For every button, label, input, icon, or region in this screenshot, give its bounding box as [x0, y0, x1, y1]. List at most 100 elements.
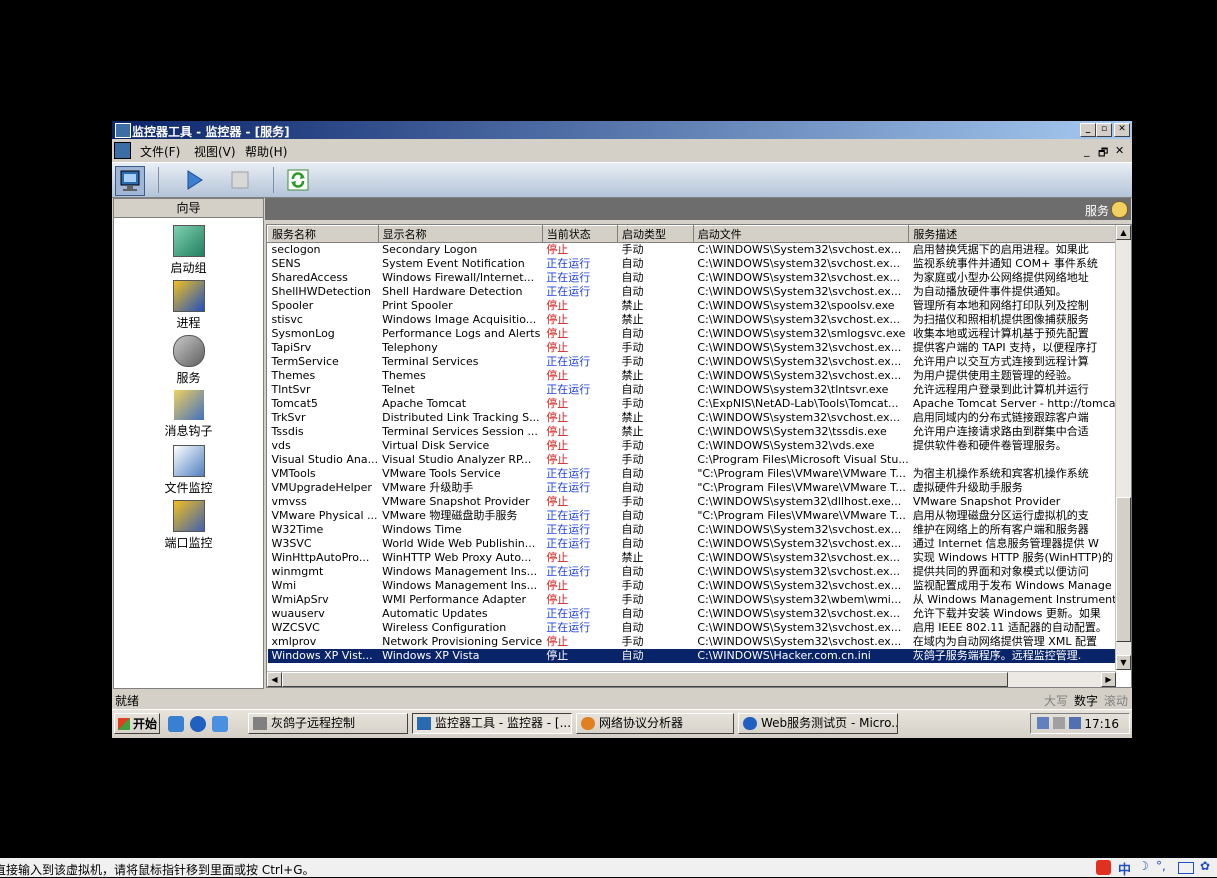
- internet-explorer-icon[interactable]: [190, 716, 206, 732]
- task-button[interactable]: 网络协议分析器: [576, 713, 734, 734]
- stop-button[interactable]: [226, 166, 254, 194]
- table-row[interactable]: WinHttpAutoPro... WinHTTP Web Proxy Auto.…: [268, 551, 1131, 565]
- tray-nis-icon[interactable]: [1053, 717, 1065, 729]
- menu-view[interactable]: 视图(V): [194, 143, 236, 160]
- tray-monitor-icon[interactable]: [1069, 717, 1081, 729]
- table-row[interactable]: wuauserv Automatic Updates 正在运行 自动 C:\WINDOW…: [268, 607, 1131, 621]
- table-cell: C:\WINDOWS\System32\svchost.ex...: [697, 285, 902, 298]
- ime-mode[interactable]: 中: [1118, 859, 1131, 878]
- minimize-button[interactable]: _: [1080, 123, 1096, 137]
- table-cell: 自动: [621, 285, 644, 298]
- start-button[interactable]: [180, 166, 208, 194]
- nav-item-service[interactable]: 服务: [114, 335, 263, 386]
- moon-icon[interactable]: ☽: [1138, 859, 1149, 873]
- nav-item-process[interactable]: 进程: [114, 280, 263, 331]
- close-button[interactable]: ✕: [1114, 123, 1130, 137]
- table-row[interactable]: TrkSvr Distributed Link Tracking S... 停止 禁止…: [268, 411, 1131, 425]
- column-header[interactable]: 服务名称: [267, 225, 379, 243]
- table-cell: C:\WINDOWS\system32\spoolsv.exe: [697, 299, 895, 312]
- table-row[interactable]: TapiSrv Telephony 停止 手动 C:\WINDOWS\System32\…: [268, 341, 1131, 355]
- table-row[interactable]: SysmonLog Performance Logs and Alerts 停止 自动…: [268, 327, 1131, 341]
- mdi-restore-button[interactable]: 🗗: [1098, 144, 1108, 163]
- table-row[interactable]: Tomcat5 Apache Tomcat 停止 手动 C:\ExpNIS\NetAD-…: [268, 397, 1131, 411]
- tray-network-icon[interactable]: [1037, 717, 1049, 729]
- table-row[interactable]: Tssdis Terminal Services Session ... 停止 禁止 C…: [268, 425, 1131, 439]
- monitor-button[interactable]: [115, 166, 145, 196]
- horizontal-scrollbar[interactable]: ◀ ▶: [267, 671, 1116, 687]
- table-row[interactable]: seclogon Secondary Logon 停止 手动 C:\WINDOWS\Sy…: [268, 243, 1131, 258]
- table-row[interactable]: VMTools VMware Tools Service 正在运行 自动 "C:\Pro…: [268, 467, 1131, 481]
- nav-item-port-monitor[interactable]: 端口监控: [114, 500, 263, 551]
- table-cell: TrkSvr: [271, 411, 306, 424]
- task-button[interactable]: Web服务测试页 - Micro...: [738, 713, 898, 734]
- column-header[interactable]: 当前状态: [541, 225, 619, 243]
- column-header[interactable]: 显示名称: [377, 225, 543, 243]
- table-cell: Themes: [382, 369, 426, 382]
- taskbar: 开始 灰鸽子远程控制 监控器工具 - 监控器 - [... 网络协议分析器 We…: [112, 709, 1132, 738]
- table-cell: 收集本地或远程计算机基于预先配置: [912, 327, 1089, 340]
- scroll-left-button[interactable]: ◀: [267, 672, 282, 687]
- show-desktop-icon[interactable]: [168, 716, 184, 732]
- document-icon[interactable]: [114, 142, 131, 159]
- table-row[interactable]: stisvc Windows Image Acquisitio... 停止 禁止 C:\…: [268, 313, 1131, 327]
- table-cell: 自动: [621, 523, 644, 536]
- punctuation-icon[interactable]: °,: [1156, 859, 1166, 873]
- outlook-express-icon[interactable]: [212, 716, 228, 732]
- table-row[interactable]: winmgmt Windows Management Ins... 正在运行 自动 C:…: [268, 565, 1131, 579]
- scroll-up-button[interactable]: ▲: [1116, 225, 1131, 240]
- scroll-thumb[interactable]: [1116, 497, 1131, 642]
- table-row[interactable]: Wmi Windows Management Ins... 停止 手动 C:\WINDO…: [268, 579, 1131, 593]
- table-row[interactable]: WmiApSrv WMI Performance Adapter 停止 手动 C:\WI…: [268, 593, 1131, 607]
- refresh-button[interactable]: [284, 166, 312, 194]
- task-button[interactable]: 灰鸽子远程控制: [248, 713, 408, 734]
- menu-help[interactable]: 帮助(H): [245, 143, 287, 160]
- table-cell: Secondary Logon: [382, 243, 478, 256]
- vertical-scrollbar[interactable]: ▲ ▼: [1115, 225, 1131, 670]
- scroll-down-button[interactable]: ▼: [1116, 655, 1131, 670]
- table-row[interactable]: W3SVC World Wide Web Publishin... 正在运行 自动 C:…: [268, 537, 1131, 551]
- table-row[interactable]: Visual Studio Ana... Visual Studio Analyz…: [268, 453, 1131, 467]
- nav-item-file-monitor[interactable]: 文件监控: [114, 445, 263, 496]
- mdi-close-button[interactable]: ✕: [1115, 144, 1124, 157]
- table-row[interactable]: vmvss VMware Snapshot Provider 停止 手动 C:\WIND…: [268, 495, 1131, 509]
- title-bar[interactable]: 监控器工具 - 监控器 - [服务] _ ▫ ✕: [112, 121, 1132, 139]
- table-cell: 为自动播放硬件事件提供通知。: [912, 285, 1067, 298]
- column-header[interactable]: 服务描述: [908, 225, 1131, 243]
- task-label: Web服务测试页 - Micro...: [761, 716, 898, 730]
- table-row[interactable]: ShellHWDetection Shell Hardware Detection…: [268, 285, 1131, 299]
- table-row[interactable]: vds Virtual Disk Service 停止 手动 C:\WINDOWS\Sy…: [268, 439, 1131, 453]
- nav-item-startup-group[interactable]: 启动组: [114, 225, 263, 276]
- start-button[interactable]: 开始: [114, 713, 160, 734]
- table-cell: "C:\Program Files\VMware\VMware T...: [697, 481, 906, 494]
- menu-file[interactable]: 文件(F): [140, 143, 180, 160]
- table-row[interactable]: TlntSvr Telnet 正在运行 自动 C:\WINDOWS\system32\t…: [268, 383, 1131, 397]
- table-cell: 手动: [621, 635, 644, 648]
- skin-icon[interactable]: ✿: [1200, 859, 1210, 873]
- sogou-ime-icon[interactable]: [1096, 860, 1111, 875]
- table-row[interactable]: SharedAccess Windows Firewall/Internet...…: [268, 271, 1131, 285]
- column-header[interactable]: 启动文件: [692, 225, 910, 243]
- table-row[interactable]: Windows XP Vist... Windows XP Vista 停止 自动 C:…: [267, 649, 1131, 663]
- table-row[interactable]: SENS System Event Notification 正在运行 自动 C:\WI…: [268, 257, 1131, 271]
- scroll-right-button[interactable]: ▶: [1101, 672, 1116, 687]
- hscroll-thumb[interactable]: [282, 672, 1008, 687]
- table-row[interactable]: Spooler Print Spooler 停止 禁止 C:\WINDOWS\syste…: [268, 299, 1131, 313]
- maximize-button[interactable]: ▫: [1096, 123, 1112, 137]
- table-cell: 手动: [621, 397, 644, 410]
- task-button-active[interactable]: 监控器工具 - 监控器 - [...: [412, 713, 572, 734]
- table-cell: 正在运行: [546, 523, 591, 536]
- table-row[interactable]: VMUpgradeHelper VMware 升级助手 正在运行 自动 "C:\Prog…: [268, 481, 1131, 495]
- table-row[interactable]: W32Time Windows Time 正在运行 自动 C:\WINDOWS\Syst…: [268, 523, 1131, 537]
- column-header[interactable]: 启动类型: [617, 225, 694, 243]
- services-list[interactable]: 服务名称 显示名称 当前状态 启动类型 启动文件 服务描述 seclogon Se…: [266, 224, 1132, 688]
- mdi-minimize-button[interactable]: _: [1084, 144, 1090, 157]
- table-row[interactable]: xmlprov Network Provisioning Service 停止 手动 C…: [268, 635, 1131, 649]
- navigator-panel: 向导 启动组 进程 服务 消息钩子 文件监控 端口监控: [113, 198, 264, 689]
- table-row[interactable]: TermService Terminal Services 正在运行 手动 C:\WIN…: [268, 355, 1131, 369]
- nav-item-message-hook[interactable]: 消息钩子: [114, 390, 263, 439]
- nav-item-label: 进程: [176, 316, 201, 330]
- table-row[interactable]: Themes Themes 停止 禁止 C:\WINDOWS\System32\svch…: [268, 369, 1131, 383]
- table-row[interactable]: WZCSVC Wireless Configuration 正在运行 自动 C:\WIN…: [268, 621, 1131, 635]
- keyboard-icon[interactable]: [1178, 862, 1194, 874]
- table-row[interactable]: VMware Physical ... VMware 物理磁盘助手服务 正在运行 自动…: [268, 509, 1131, 523]
